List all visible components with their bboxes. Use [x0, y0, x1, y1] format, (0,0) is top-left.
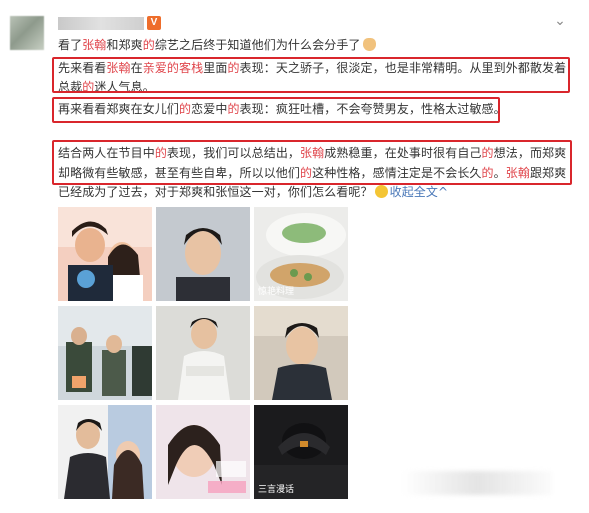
- de-highlight: 的: [481, 146, 494, 160]
- cat-emoji-icon: [362, 38, 376, 51]
- chevron-down-icon[interactable]: ⌄: [551, 14, 569, 28]
- photo-4[interactable]: [58, 306, 152, 400]
- show-highlight: 亲爱的客栈: [142, 61, 204, 75]
- de-highlight: 的: [227, 102, 240, 116]
- username[interactable]: 用户: [58, 17, 144, 30]
- de-highlight: 的: [82, 80, 95, 91]
- text-segment: 表现：疯狂吐槽，不会夸赞男友，性格太过敏感。: [239, 102, 506, 116]
- text-segment: 想法，而郑爽: [493, 146, 567, 160]
- photo-7[interactable]: [58, 405, 152, 499]
- text-segment: 总裁: [58, 80, 83, 91]
- text-segment: 先来看看: [58, 61, 107, 75]
- image-grid: 惊艳料理 三言漫话: [58, 207, 349, 507]
- text-segment: 成熟稳重，在处事时很有自己: [324, 146, 482, 160]
- de-highlight: 的: [227, 61, 240, 75]
- text-segment: 表现，我们可以总结出，: [166, 146, 301, 160]
- de-highlight: 的: [142, 38, 155, 52]
- name-highlight: 张翰: [505, 166, 530, 180]
- photo-caption: 三言漫话: [258, 484, 295, 494]
- text-segment: 迷人气息。: [94, 80, 155, 91]
- post-line-3: 总裁的迷人气息。: [58, 79, 155, 91]
- name-highlight: 张翰: [82, 38, 107, 52]
- avatar[interactable]: [10, 16, 44, 50]
- text-segment: 里面: [203, 61, 228, 75]
- de-highlight: 的: [300, 166, 313, 180]
- caret-up-icon[interactable]: ^: [438, 185, 448, 199]
- text-segment: 结合两人在节目中: [58, 146, 155, 160]
- watermark: [402, 471, 552, 495]
- de-highlight: 的: [154, 146, 167, 160]
- photo-3[interactable]: 惊艳料理: [254, 207, 348, 301]
- post-line-4: 再来看看郑爽在女儿们的恋爱中的表现：疯狂吐槽，不会夸赞男友，性格太过敏感。: [58, 101, 506, 118]
- photo-8[interactable]: [156, 405, 250, 499]
- text-segment: 恋爱中: [191, 102, 228, 116]
- photo-caption: 惊艳料理: [258, 286, 295, 296]
- post-line-1: 看了张翰和郑爽的综艺之后终于知道他们为什么会分手了: [58, 37, 378, 54]
- text-segment: 已经成为了过去，对于郑爽和张恒这一对，你们怎么看呢？: [58, 185, 373, 199]
- post-line-5: 结合两人在节目中的表现，我们可以总结出，张翰成熟稳重，在处事时很有自己的想法，而…: [58, 145, 566, 162]
- text-segment: 这种性格，感情注定是不会长久: [312, 166, 482, 180]
- text-segment: 表现：天之骄子，很淡定，也是非常精明。从里到外都散发着: [239, 61, 567, 75]
- photo-5[interactable]: [156, 306, 250, 400]
- name-highlight: 张翰: [106, 61, 131, 75]
- post-line-2: 先来看看张翰在亲爱的客栈里面的表现：天之骄子，很淡定，也是非常精明。从里到外都散…: [58, 60, 566, 77]
- photo-6[interactable]: [254, 306, 348, 400]
- text-segment: 再来看看郑爽在女儿们: [58, 102, 180, 116]
- text-segment: 和郑爽: [106, 38, 143, 52]
- de-highlight: 的: [481, 166, 494, 180]
- post-line-7: 已经成为了过去，对于郑爽和张恒这一对，你们怎么看呢？ 收起全文^: [58, 184, 448, 201]
- text-segment: 在: [130, 61, 143, 75]
- text-segment: 。: [493, 166, 506, 180]
- text-segment: 却略微有些敏感，甚至有些自卑，所以以他们: [58, 166, 301, 180]
- verified-badge-icon: V: [147, 16, 161, 30]
- photo-1[interactable]: [58, 207, 152, 301]
- text-segment: 看了: [58, 38, 83, 52]
- photo-2[interactable]: [156, 207, 250, 301]
- collapse-text-link[interactable]: 收起全文: [390, 185, 438, 199]
- text-segment: 跟郑爽: [529, 166, 567, 180]
- post-line-6: 却略微有些敏感，甚至有些自卑，所以以他们的这种性格，感情注定是不会长久的。张翰跟…: [58, 165, 566, 182]
- smile-emoji-icon: [374, 185, 388, 198]
- name-highlight: 张翰: [300, 146, 325, 160]
- text-segment: 综艺之后终于知道他们为什么会分手了: [154, 38, 361, 52]
- photo-9[interactable]: 三言漫话: [254, 405, 348, 499]
- de-highlight: 的: [179, 102, 192, 116]
